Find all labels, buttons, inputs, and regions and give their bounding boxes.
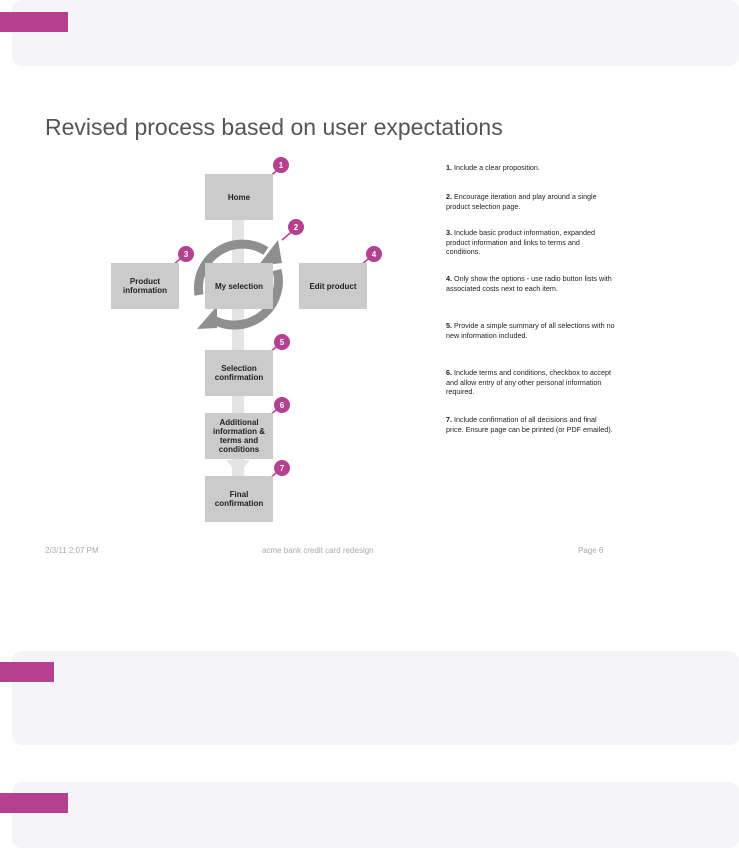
step-4-number: 4. xyxy=(446,274,452,283)
step-1-number: 1. xyxy=(446,163,452,172)
product-information-box: Product information xyxy=(111,263,179,309)
marker-3: 3 xyxy=(178,246,194,262)
footer-project: acme bank credit card redesign xyxy=(262,546,374,555)
slide-title: Revised process based on user expectatio… xyxy=(45,114,503,140)
flow-arrowhead xyxy=(226,460,250,474)
step-6-text: Include terms and conditions, checkbox t… xyxy=(446,368,612,396)
step-5-text: Provide a simple summary of all selectio… xyxy=(446,321,615,340)
home-box: Home xyxy=(205,174,273,220)
step-3-text: Include basic product information, expan… xyxy=(446,228,596,256)
additional-information-label: Additional information & terms and condi… xyxy=(213,418,265,454)
step-2-number: 2. xyxy=(446,192,452,201)
middle-card xyxy=(12,651,739,745)
edit-product-label: Edit product xyxy=(309,281,357,291)
step-1-text: Include a clear proposition. xyxy=(454,163,540,172)
marker-4: 4 xyxy=(366,246,382,262)
bottom-card xyxy=(12,782,739,848)
step-1: 1. Include a clear proposition. xyxy=(446,163,616,173)
cycle-arrow-bottom-icon xyxy=(197,306,217,329)
step-6-number: 6. xyxy=(446,368,452,377)
additional-information-box: Additional information & terms and condi… xyxy=(205,413,273,459)
footer-date: 2/3/11 2:07 PM xyxy=(45,546,99,555)
top-card xyxy=(12,0,739,66)
middle-card-tag xyxy=(0,662,54,682)
my-selection-box: My selection xyxy=(205,263,273,309)
step-4-text: Only show the options - use radio button… xyxy=(446,274,612,293)
edit-product-box: Edit product xyxy=(299,263,367,309)
marker-6: 6 xyxy=(274,397,290,413)
step-3: 3. Include basic product information, ex… xyxy=(446,228,616,257)
step-3-number: 3. xyxy=(446,228,452,237)
marker-7: 7 xyxy=(274,460,290,476)
selection-confirmation-box: Selection confirmation xyxy=(205,350,273,396)
marker-2: 2 xyxy=(288,219,304,235)
step-5: 5. Provide a simple summary of all selec… xyxy=(446,321,616,340)
final-confirmation-label: Final confirmation xyxy=(214,490,264,508)
step-2-text: Encourage iteration and play around a si… xyxy=(446,192,597,211)
step-7-number: 7. xyxy=(446,415,452,424)
bottom-card-tag xyxy=(0,793,68,813)
step-7: 7. Include confirmation of all decisions… xyxy=(446,415,616,434)
marker-5: 5 xyxy=(274,334,290,350)
step-2: 2. Encourage iteration and play around a… xyxy=(446,192,616,211)
step-6: 6. Include terms and conditions, checkbo… xyxy=(446,368,616,397)
footer-page-number: Page 6 xyxy=(578,546,604,555)
home-label: Home xyxy=(227,192,251,202)
marker-1: 1 xyxy=(273,157,289,173)
selection-confirmation-label: Selection confirmation xyxy=(214,364,264,382)
final-confirmation-box: Final confirmation xyxy=(205,476,273,522)
my-selection-label: My selection xyxy=(214,281,263,291)
top-card-tag xyxy=(0,12,68,32)
step-7-text: Include confirmation of all decisions an… xyxy=(446,415,613,434)
step-5-number: 5. xyxy=(446,321,452,330)
step-4: 4. Only show the options - use radio but… xyxy=(446,274,616,293)
product-information-label: Product information xyxy=(123,277,167,295)
